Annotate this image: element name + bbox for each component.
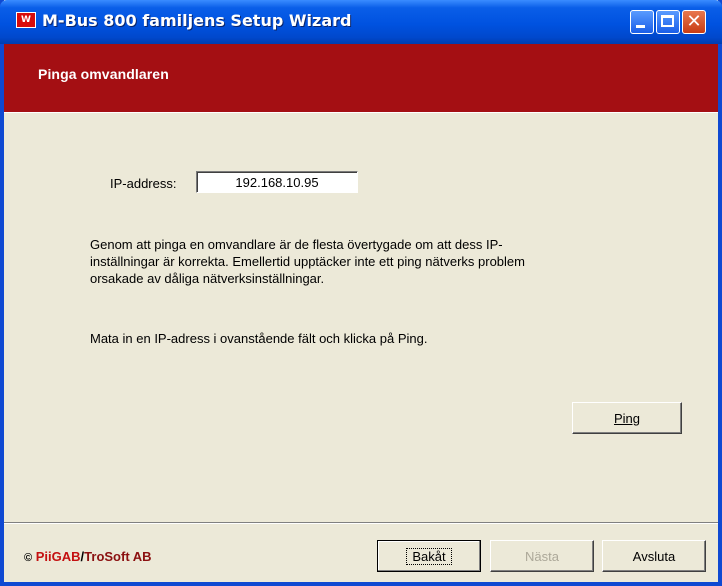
footer-separator — [4, 522, 718, 524]
app-icon-letter: W — [21, 15, 31, 25]
title-bar[interactable]: W M-Bus 800 familjens Setup Wizard ✕ — [0, 0, 722, 44]
exit-button[interactable]: Avsluta — [602, 540, 706, 572]
company-piigab: PiiGAB — [35, 549, 81, 564]
copyright-symbol: © — [24, 552, 33, 564]
ip-address-input[interactable] — [196, 171, 358, 193]
instruction-paragraph: Mata in en IP-adress i ovanstående fält … — [90, 331, 428, 346]
description-paragraph: Genom att pinga en omvandlare är de fles… — [90, 237, 525, 286]
close-icon: ✕ — [686, 11, 702, 32]
ip-address-label: IP-address: — [110, 176, 177, 191]
minimize-icon — [636, 25, 645, 28]
app-icon[interactable]: W — [16, 12, 36, 28]
back-button[interactable]: Bakåt — [377, 540, 481, 572]
maximize-button[interactable] — [656, 10, 680, 34]
ping-button[interactable]: Ping — [572, 402, 682, 434]
page-title: Pinga omvandlaren — [38, 66, 169, 82]
exit-button-label: Avsluta — [632, 548, 676, 564]
wizard-window: W M-Bus 800 familjens Setup Wizard ✕ Pin… — [0, 0, 722, 586]
back-button-label: Bakåt — [406, 547, 452, 565]
window-title: M-Bus 800 familjens Setup Wizard — [42, 11, 352, 30]
close-button[interactable]: ✕ — [682, 10, 706, 34]
maximize-icon — [661, 15, 674, 27]
copyright-notice: © PiiGAB/TroSoft AB — [24, 549, 152, 564]
header-band: Pinga omvandlaren — [4, 44, 718, 113]
next-button[interactable]: Nästa — [490, 540, 594, 572]
company-trosoft: TroSoft AB — [84, 549, 152, 564]
ping-button-label: Ping — [613, 410, 641, 426]
next-button-label: Nästa — [525, 548, 559, 564]
minimize-button[interactable] — [630, 10, 654, 34]
